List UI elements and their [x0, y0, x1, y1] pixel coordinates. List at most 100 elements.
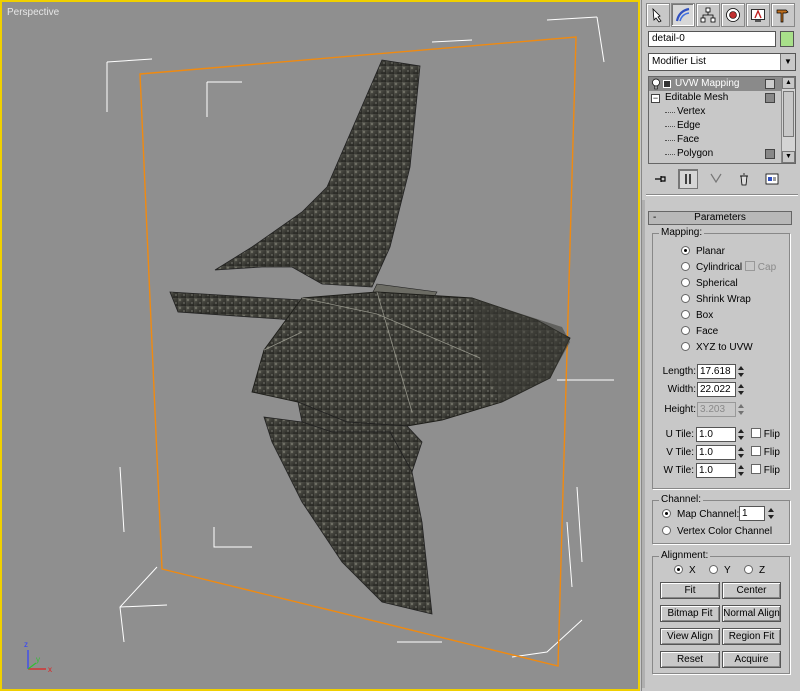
mapping-face-option[interactable]: Face	[681, 325, 718, 339]
configure-modifier-sets-button[interactable]	[762, 169, 782, 189]
show-end-result-button[interactable]	[678, 169, 698, 189]
parameters-rollout-header[interactable]: - Parameters	[648, 211, 792, 225]
motion-tab[interactable]	[721, 3, 745, 27]
option-label: Z	[759, 565, 766, 576]
stack-item-edge[interactable]: Edge	[649, 119, 795, 133]
lightbulb-icon[interactable]	[651, 78, 661, 90]
mapping-cylindrical-option[interactable]: Cylindrical	[681, 261, 742, 275]
dropdown-arrow-icon: ▼	[780, 54, 795, 70]
stack-item-toggle-box[interactable]	[765, 93, 775, 103]
w-flip-checkbox[interactable]: Flip	[751, 464, 780, 478]
viewport-label[interactable]: Perspective	[7, 7, 59, 18]
checkbox-icon	[751, 428, 761, 438]
align-z-option[interactable]: Z	[744, 564, 765, 578]
option-label: Map Channel:	[677, 509, 740, 520]
spaceship-mesh[interactable]	[169, 59, 571, 615]
display-icon	[751, 9, 765, 22]
align-y-option[interactable]: Y	[709, 564, 731, 578]
modify-tab[interactable]	[671, 3, 695, 27]
reset-button[interactable]: Reset	[660, 651, 720, 668]
mapping-xyz-to-uvw-option[interactable]: XYZ to UVW	[681, 341, 753, 355]
create-tab[interactable]	[646, 3, 670, 27]
collapse-icon[interactable]: −	[651, 94, 660, 103]
align-x-option[interactable]: X	[674, 564, 696, 578]
display-tab[interactable]	[746, 3, 770, 27]
scroll-thumb[interactable]	[783, 91, 794, 137]
panel-divider	[646, 194, 798, 196]
v-tile-spinner-icon[interactable]	[737, 445, 745, 460]
v-flip-checkbox[interactable]: Flip	[751, 446, 780, 460]
stack-item-face[interactable]: Face	[649, 133, 795, 147]
stack-item-label: Polygon	[677, 148, 714, 159]
channel-group-title: Channel:	[659, 494, 704, 505]
utilities-icon	[776, 9, 789, 23]
fit-button[interactable]: Fit	[660, 582, 720, 599]
radio-selected-icon	[674, 565, 683, 574]
option-label: X	[689, 565, 696, 576]
radio-selected-icon	[662, 509, 671, 518]
mapping-planar-option[interactable]: Planar	[681, 245, 725, 259]
length-field[interactable]: 17.618	[697, 364, 736, 379]
region-fit-button[interactable]: Region Fit	[722, 628, 781, 645]
axis-y-label: y	[36, 655, 40, 664]
motion-icon	[726, 8, 740, 22]
rollout-scroll-strip[interactable]	[642, 200, 645, 688]
modifier-list-dropdown[interactable]: Modifier List ▼	[648, 53, 796, 71]
length-spinner-icon[interactable]	[737, 364, 745, 379]
map-channel-spinner-icon[interactable]	[767, 506, 775, 521]
height-field[interactable]: 3.203	[697, 402, 736, 417]
u-flip-checkbox[interactable]: Flip	[751, 428, 780, 442]
center-button[interactable]: Center	[722, 582, 781, 599]
u-tile-spinner-icon[interactable]	[737, 427, 745, 442]
height-spinner-icon[interactable]	[737, 402, 745, 417]
pin-stack-button[interactable]	[650, 169, 670, 189]
option-label: Face	[696, 326, 719, 337]
alignment-group-title: Alignment:	[659, 550, 711, 561]
stack-item-toggle-box[interactable]	[765, 149, 775, 159]
radio-icon	[681, 278, 690, 287]
expand-toggle-icon[interactable]	[663, 80, 671, 88]
stack-scrollbar[interactable]: ▲ ▼	[781, 77, 795, 163]
map-channel-field[interactable]: 1	[739, 506, 765, 521]
modifier-stack: UVW Mapping − Editable Mesh Vertex Edge …	[648, 76, 796, 164]
option-label: Cylindrical	[696, 262, 743, 273]
w-tile-label: W Tile:	[663, 465, 694, 476]
mapping-box-option[interactable]: Box	[681, 309, 713, 323]
object-name-field[interactable]: detail-0	[648, 31, 776, 47]
stack-item-toggle-box[interactable]	[765, 79, 775, 89]
view-align-button[interactable]: View Align	[660, 628, 720, 645]
checkbox-icon	[751, 464, 761, 474]
radio-selected-icon	[681, 246, 690, 255]
stack-item-editable-mesh[interactable]: − Editable Mesh	[649, 91, 795, 105]
v-tile-label: V Tile:	[666, 447, 694, 458]
mapping-shrink-wrap-option[interactable]: Shrink Wrap	[681, 293, 751, 307]
map-channel-option[interactable]: Map Channel:	[662, 508, 739, 522]
utilities-tab[interactable]	[771, 3, 795, 27]
scroll-up-icon[interactable]: ▲	[782, 77, 795, 89]
collapse-rollout-icon: -	[653, 212, 657, 223]
cap-checkbox[interactable]: Cap	[745, 261, 776, 275]
normal-align-button[interactable]: Normal Align	[722, 605, 781, 622]
w-tile-field[interactable]: 1.0	[696, 463, 736, 478]
scroll-down-icon[interactable]: ▼	[782, 151, 795, 163]
width-field[interactable]: 22.022	[697, 382, 736, 397]
u-tile-label: U Tile:	[665, 429, 694, 440]
remove-modifier-button[interactable]	[734, 169, 754, 189]
vertex-color-channel-option[interactable]: Vertex Color Channel	[662, 525, 772, 539]
w-tile-spinner-icon[interactable]	[737, 463, 745, 478]
radio-icon	[709, 565, 718, 574]
acquire-button[interactable]: Acquire	[722, 651, 781, 668]
hierarchy-tab[interactable]	[696, 3, 720, 27]
option-label: Cap	[757, 262, 777, 273]
make-unique-button[interactable]	[706, 169, 726, 189]
width-spinner-icon[interactable]	[737, 382, 745, 397]
perspective-viewport[interactable]: z x y Perspective	[0, 0, 640, 691]
stack-item-uvw-mapping[interactable]: UVW Mapping	[649, 77, 795, 91]
stack-item-vertex[interactable]: Vertex	[649, 105, 795, 119]
object-color-swatch[interactable]	[780, 31, 794, 47]
mapping-spherical-option[interactable]: Spherical	[681, 277, 738, 291]
u-tile-field[interactable]: 1.0	[696, 427, 736, 442]
bitmap-fit-button[interactable]: Bitmap Fit	[660, 605, 720, 622]
stack-item-polygon[interactable]: Polygon	[649, 147, 795, 161]
v-tile-field[interactable]: 1.0	[696, 445, 736, 460]
